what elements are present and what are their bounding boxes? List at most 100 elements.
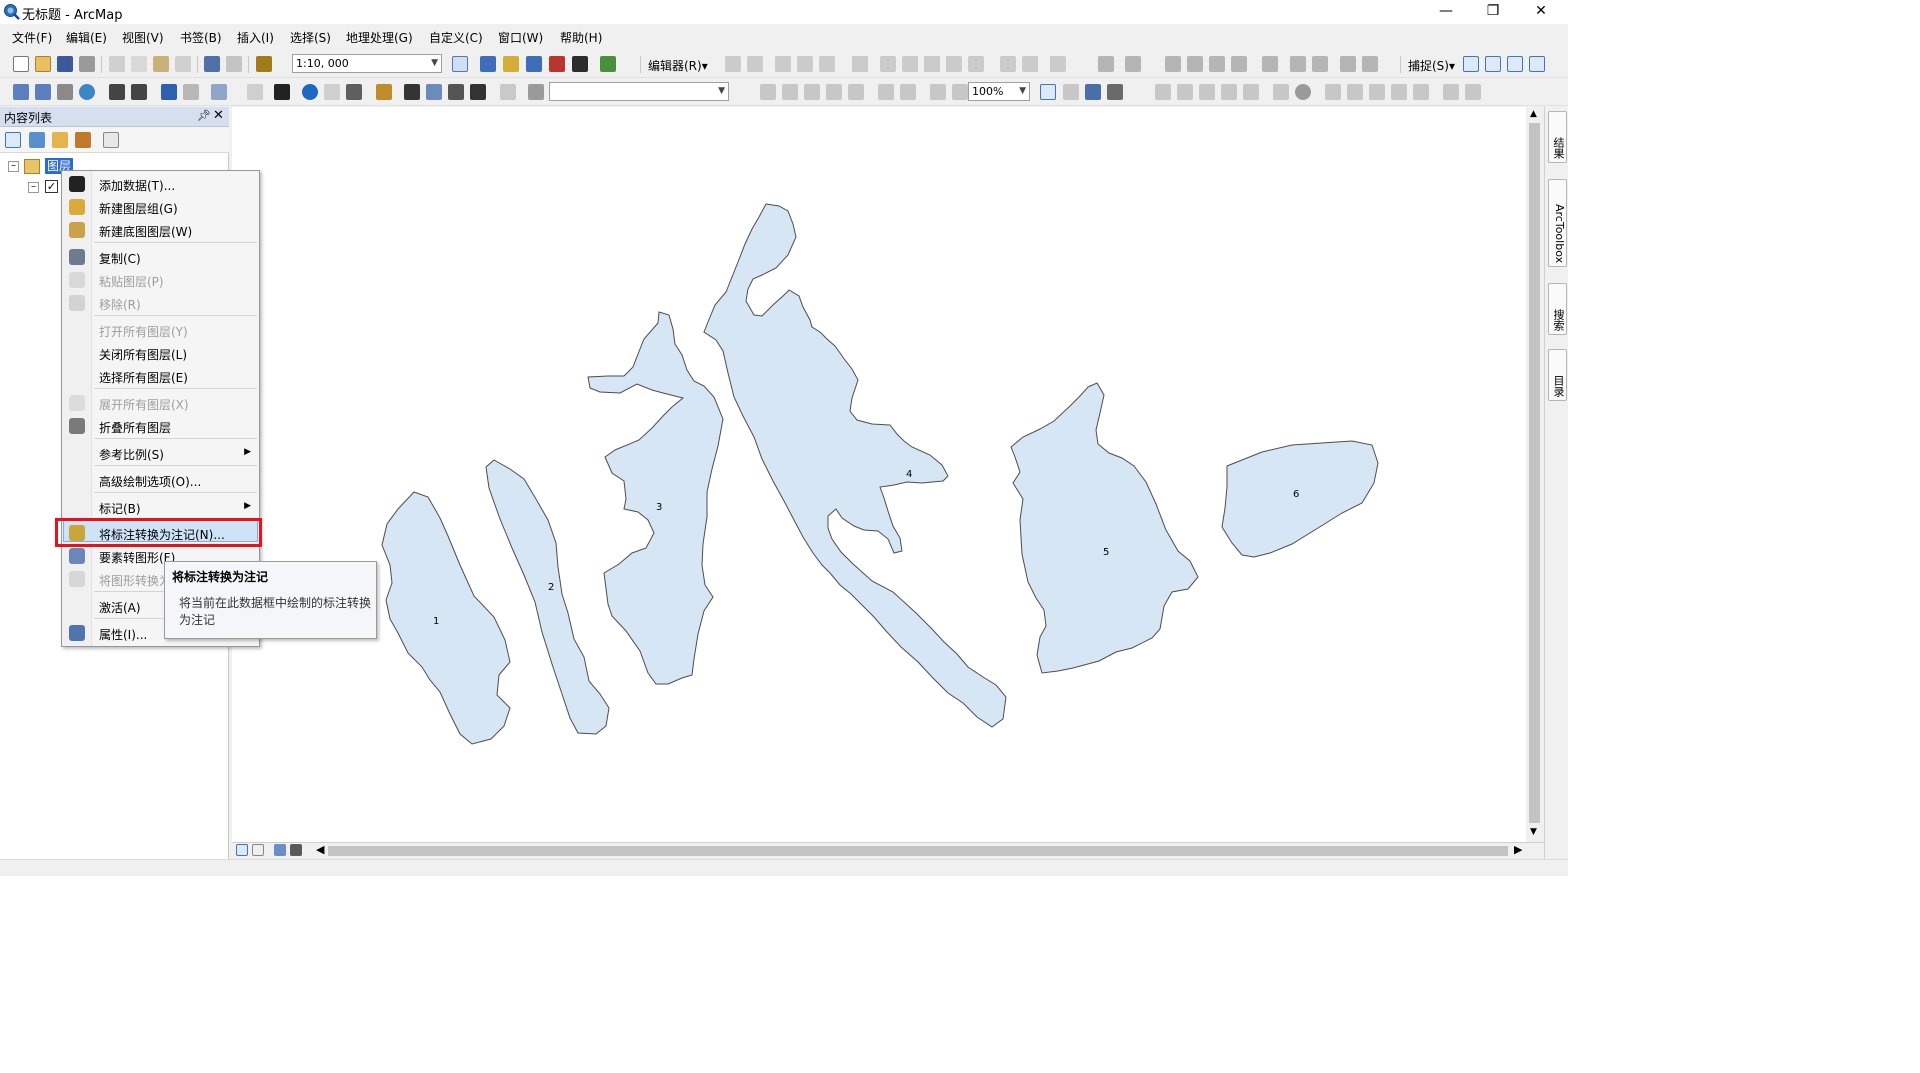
- menu-item-13[interactable]: 标记(B) ▶: [62, 496, 259, 518]
- map-polygon-1[interactable]: [381, 491, 511, 745]
- spatial-adjust-icon[interactable]: [1165, 56, 1181, 72]
- menu-item-1[interactable]: 新建图层组(G): [62, 196, 259, 218]
- georef-tool-3-icon[interactable]: [1199, 84, 1215, 100]
- parcel-icon[interactable]: [1340, 56, 1356, 72]
- print-icon[interactable]: [79, 56, 95, 72]
- menu-item-0[interactable]: 添加数据(T)...: [62, 173, 259, 195]
- menu-item-2[interactable]: 新建底图图层(W): [62, 219, 259, 241]
- map-canvas[interactable]: 1 2 3 4 5 6: [232, 107, 1526, 842]
- menu-item-8[interactable]: 选择所有图层(E): [62, 365, 259, 387]
- map-polygon-2[interactable]: [485, 459, 610, 735]
- georef-tool-6-icon[interactable]: [1273, 84, 1289, 100]
- layout-fixed-zoom-out-icon[interactable]: [900, 84, 916, 100]
- find-route-icon[interactable]: [426, 84, 442, 100]
- map-polygon-6[interactable]: [1221, 440, 1379, 558]
- georeferencing-icon[interactable]: [1125, 56, 1141, 72]
- focus-data-frame-icon[interactable]: [1063, 84, 1079, 100]
- undo-icon[interactable]: [204, 56, 220, 72]
- edit-annotation-icon[interactable]: [747, 56, 763, 72]
- close-icon[interactable]: ✕: [213, 108, 224, 123]
- menu-item-7[interactable]: 关闭所有图层(L): [62, 342, 259, 364]
- vertical-scroll-thumb[interactable]: [1529, 123, 1540, 823]
- collapse-icon[interactable]: –: [8, 161, 19, 172]
- menu-item-10[interactable]: 折叠所有图层: [62, 415, 259, 437]
- zoom-100-icon[interactable]: [848, 84, 864, 100]
- map-polygon-3[interactable]: [587, 311, 724, 685]
- list-by-selection-icon[interactable]: [75, 132, 91, 148]
- layer-selector-combo[interactable]: ▼: [549, 82, 729, 101]
- data-view-icon[interactable]: [236, 844, 248, 856]
- arctoolbox-tab[interactable]: ArcToolbox: [1548, 179, 1567, 267]
- vertical-scrollbar[interactable]: ▲ ▼: [1526, 107, 1544, 842]
- trace-icon[interactable]: [819, 56, 835, 72]
- reshape-icon[interactable]: [902, 56, 918, 72]
- horizontal-scroll-thumb[interactable]: [328, 846, 1508, 856]
- menu-windows[interactable]: 窗口(W): [498, 29, 543, 46]
- toc-options-icon[interactable]: [103, 132, 119, 148]
- editor-toolbar-icon[interactable]: [452, 56, 468, 72]
- catalog-window-icon[interactable]: [503, 56, 519, 72]
- scroll-down-icon[interactable]: ▼: [1530, 827, 1537, 837]
- create-features-icon[interactable]: [1050, 56, 1066, 72]
- topology-icon[interactable]: [1098, 56, 1114, 72]
- go-to-xy-icon[interactable]: [448, 84, 464, 100]
- save-icon[interactable]: [57, 56, 73, 72]
- snapping-menu[interactable]: 捕捉(S)▾: [1408, 57, 1455, 74]
- edge-snap-toggle-icon[interactable]: [1529, 56, 1545, 72]
- pan-icon[interactable]: [57, 84, 73, 100]
- catalog-tab[interactable]: 目录: [1548, 349, 1567, 401]
- scroll-left-icon[interactable]: ◀: [316, 843, 324, 856]
- list-by-source-icon[interactable]: [29, 132, 45, 148]
- georef-tool-12-icon[interactable]: [1413, 84, 1429, 100]
- results-tab[interactable]: 结果: [1548, 111, 1567, 163]
- layout-fixed-zoom-in-icon[interactable]: [878, 84, 894, 100]
- minimize-icon[interactable]: —: [1423, 0, 1469, 24]
- geometric-network-icon[interactable]: [1362, 56, 1378, 72]
- add-data-toolbar-icon[interactable]: [256, 56, 272, 72]
- clear-selection-icon[interactable]: [247, 84, 263, 100]
- straight-segment-icon[interactable]: [775, 56, 791, 72]
- restore-icon[interactable]: ❐: [1470, 0, 1516, 24]
- select-features-icon[interactable]: [211, 84, 227, 100]
- full-extent-icon[interactable]: [79, 84, 95, 100]
- menu-help[interactable]: 帮助(H): [560, 29, 602, 46]
- model-builder-icon[interactable]: [600, 56, 616, 72]
- pause-drawing-icon[interactable]: [290, 844, 302, 856]
- layout-pan-icon[interactable]: [804, 84, 820, 100]
- menu-item-4[interactable]: 粘贴图层(P): [62, 269, 259, 291]
- close-icon[interactable]: ✕: [1518, 0, 1564, 24]
- menu-item-3[interactable]: 复制(C): [62, 246, 259, 268]
- endpoint-arc-icon[interactable]: [797, 56, 813, 72]
- pin-icon[interactable]: 📌︎: [197, 109, 211, 122]
- cogo-icon[interactable]: [1290, 56, 1306, 72]
- new-document-icon[interactable]: [13, 56, 29, 72]
- layout-forward-icon[interactable]: [952, 84, 968, 100]
- forward-extent-icon[interactable]: [183, 84, 199, 100]
- traverse-icon[interactable]: [1312, 56, 1328, 72]
- arctoolbox-icon[interactable]: [549, 56, 565, 72]
- georef-tool-14-icon[interactable]: [1465, 84, 1481, 100]
- scroll-up-icon[interactable]: ▲: [1530, 109, 1537, 119]
- menu-item-6[interactable]: 打开所有图层(Y): [62, 319, 259, 341]
- georef-tool-5-icon[interactable]: [1243, 84, 1259, 100]
- layout-back-icon[interactable]: [930, 84, 946, 100]
- python-window-icon[interactable]: [572, 56, 588, 72]
- copy-toolbar-icon[interactable]: [131, 56, 147, 72]
- back-extent-icon[interactable]: [161, 84, 177, 100]
- menu-insert[interactable]: 插入(I): [237, 29, 274, 46]
- fixed-zoom-out-icon[interactable]: [131, 84, 147, 100]
- menu-view[interactable]: 视图(V): [122, 29, 164, 46]
- sketch-properties-icon[interactable]: [1022, 56, 1038, 72]
- split-icon[interactable]: [946, 56, 962, 72]
- change-layout-icon[interactable]: [1085, 84, 1101, 100]
- create-viewer-icon[interactable]: [528, 84, 544, 100]
- editor-menu[interactable]: 编辑器(R)▾: [648, 57, 708, 74]
- edge-snap-icon[interactable]: [1209, 56, 1225, 72]
- map-scale-combo[interactable]: 1:10, 000 ▼: [292, 54, 442, 73]
- menu-bookmarks[interactable]: 书签(B): [180, 29, 222, 46]
- layout-zoom-out-icon[interactable]: [782, 84, 798, 100]
- edit-vertices-icon[interactable]: [880, 56, 896, 72]
- find-icon[interactable]: [404, 84, 420, 100]
- hyperlink-icon[interactable]: [324, 84, 340, 100]
- georef-tool-10-icon[interactable]: [1369, 84, 1385, 100]
